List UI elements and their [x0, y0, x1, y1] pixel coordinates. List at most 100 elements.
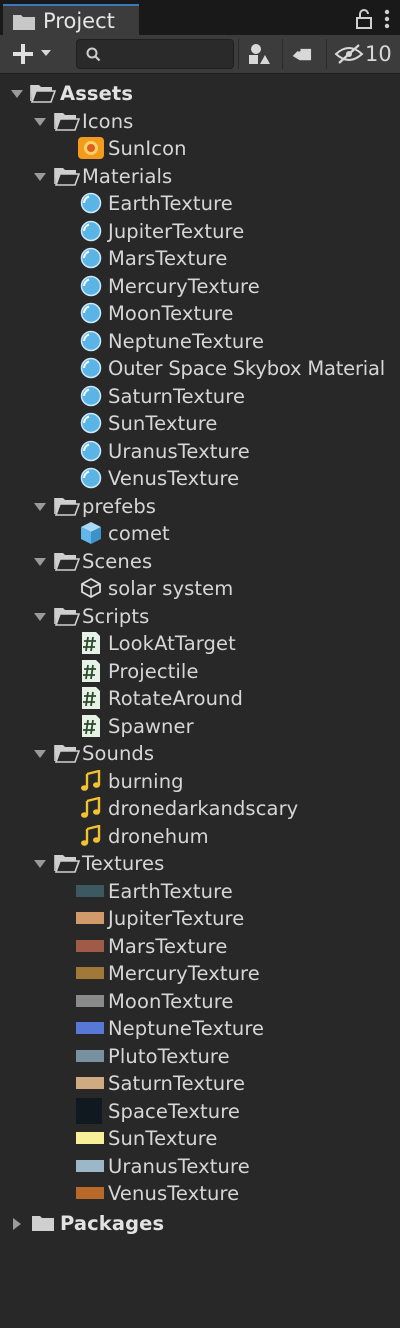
tree-item-label: Assets: [60, 82, 134, 105]
tree-item-label: Spawner: [108, 714, 194, 738]
material-sphere-icon: [78, 385, 104, 407]
tree-item-label: VenusTexture: [108, 467, 240, 490]
material-sphere-icon: [78, 440, 104, 462]
expand-arrow-icon[interactable]: [33, 610, 47, 624]
tree-item-label: UranusTexture: [108, 439, 250, 463]
material-sphere-icon: [78, 275, 104, 297]
tree-item-label: prefebs: [82, 494, 157, 518]
tree-item-scenes[interactable]: Scenes: [0, 548, 400, 575]
collapse-arrow-icon[interactable]: [10, 1217, 24, 1231]
tab-project[interactable]: Project: [3, 4, 139, 35]
tree-item-label: SunTexture: [108, 412, 218, 435]
tree-item-label: Sounds: [82, 742, 155, 765]
tree-item-textures[interactable]: Textures: [0, 850, 400, 877]
tree-item-scripts[interactable]: Scripts: [0, 603, 400, 630]
tree-item-material[interactable]: SunTexture: [0, 410, 400, 437]
folder-icon: [13, 15, 35, 30]
tree-item-texture[interactable]: SunTexture: [0, 1125, 400, 1152]
tree-item-texture[interactable]: MoonTexture: [0, 988, 400, 1015]
search-by-type-button[interactable]: [238, 39, 281, 69]
tree-item-label: NeptuneTexture: [108, 329, 265, 353]
tree-item-texture[interactable]: EarthTexture: [0, 878, 400, 905]
tree-item-sounds[interactable]: Sounds: [0, 740, 400, 767]
material-sphere-icon: [78, 302, 104, 324]
expand-arrow-icon[interactable]: [33, 170, 47, 184]
tree-item-script[interactable]: RotateAround: [0, 685, 400, 712]
csharp-script-icon: [78, 632, 104, 654]
tree-item-label: Projectile: [108, 659, 199, 683]
search-input[interactable]: [107, 43, 231, 67]
expand-arrow-icon[interactable]: [33, 555, 47, 569]
tree-item-material[interactable]: MoonTexture: [0, 300, 400, 327]
tree-item-sound[interactable]: dronedarkandscary: [0, 795, 400, 822]
tree-item-label: VenusTexture: [108, 1182, 240, 1205]
tree-item-material[interactable]: JupiterTexture: [0, 218, 400, 245]
tree-item-texture[interactable]: NeptuneTexture: [0, 1015, 400, 1042]
tree-item-materials[interactable]: Materials: [0, 163, 400, 190]
tree-item-texture[interactable]: JupiterTexture: [0, 905, 400, 932]
lock-icon[interactable]: [354, 8, 374, 30]
tree-item-assets[interactable]: Assets: [0, 80, 400, 107]
tag-icon: [292, 48, 312, 61]
sun-image-icon: [78, 137, 104, 159]
tree-item-material[interactable]: NeptuneTexture: [0, 328, 400, 355]
tree-item-label: solar system: [108, 577, 234, 600]
tree-item-material[interactable]: MercuryTexture: [0, 273, 400, 300]
tree-item-label: Icons: [82, 109, 134, 133]
texture-thumbnail-icon: [76, 1159, 104, 1172]
texture-thumbnail-icon: [76, 939, 104, 952]
tree-item-label: LookAtTarget: [108, 632, 236, 655]
tree-item-material[interactable]: UranusTexture: [0, 438, 400, 465]
search-by-label-button[interactable]: [282, 39, 325, 69]
tree-item-texture[interactable]: UranusTexture: [0, 1153, 400, 1180]
expand-arrow-icon[interactable]: [33, 115, 47, 129]
tree-item-script[interactable]: Spawner: [0, 713, 400, 740]
tree-item-comet[interactable]: comet: [0, 520, 400, 547]
tree-item-texture[interactable]: SpaceTexture: [0, 1097, 400, 1125]
expand-arrow-icon[interactable]: [33, 747, 47, 761]
expand-arrow-icon[interactable]: [10, 87, 24, 101]
tree-item-material[interactable]: Outer Space Skybox Material: [0, 355, 400, 382]
tree-item-label: JupiterTexture: [108, 907, 245, 930]
unity-scene-icon: [78, 577, 104, 599]
tree-item-texture[interactable]: MarsTexture: [0, 933, 400, 960]
tree-item-packages[interactable]: Packages: [0, 1210, 400, 1237]
material-sphere-icon: [78, 192, 104, 214]
texture-thumbnail-icon: [76, 1077, 104, 1089]
tree-item-material[interactable]: SaturnTexture: [0, 383, 400, 410]
tree-item-script[interactable]: Projectile: [0, 658, 400, 685]
hidden-packages-toggle[interactable]: 10: [326, 39, 399, 69]
tree-item-material[interactable]: VenusTexture: [0, 465, 400, 492]
material-sphere-icon: [78, 330, 104, 352]
tree-item-solar-system[interactable]: solar system: [0, 575, 400, 602]
tree-item-icons[interactable]: Icons: [0, 108, 400, 135]
create-dropdown-button[interactable]: [6, 39, 60, 69]
folder-open-icon: [54, 605, 80, 627]
folder-open-icon: [30, 82, 56, 104]
tree-item-texture[interactable]: MercuryTexture: [0, 960, 400, 987]
toolbar: 10: [0, 35, 400, 74]
tree-item-script[interactable]: LookAtTarget: [0, 630, 400, 657]
tab-title: Project: [43, 9, 115, 33]
audio-note-icon: [78, 797, 104, 819]
tree-item-sunicon[interactable]: SunIcon: [0, 135, 400, 162]
folder-open-icon: [54, 852, 80, 874]
expand-arrow-icon[interactable]: [33, 500, 47, 514]
search-field[interactable]: [76, 39, 234, 69]
tree-item-label: SpaceTexture: [108, 1099, 241, 1123]
tree-item-sound[interactable]: burning: [0, 768, 400, 795]
csharp-script-icon: [78, 687, 104, 709]
tree-item-label: MoonTexture: [108, 989, 234, 1013]
tree-item-material[interactable]: EarthTexture: [0, 190, 400, 217]
folder-open-icon: [54, 742, 80, 764]
tree-item-texture[interactable]: SaturnTexture: [0, 1070, 400, 1097]
tree-item-sound[interactable]: dronehum: [0, 823, 400, 850]
tree-item-texture[interactable]: PlutoTexture: [0, 1043, 400, 1070]
tree-item-label: EarthTexture: [108, 879, 233, 903]
tree-item-prefebs[interactable]: prefebs: [0, 493, 400, 520]
kebab-menu-icon[interactable]: [382, 8, 392, 30]
expand-arrow-icon[interactable]: [33, 857, 47, 871]
tree-item-texture[interactable]: VenusTexture: [0, 1180, 400, 1207]
tree-item-material[interactable]: MarsTexture: [0, 245, 400, 272]
tree-item-label: JupiterTexture: [108, 219, 245, 243]
